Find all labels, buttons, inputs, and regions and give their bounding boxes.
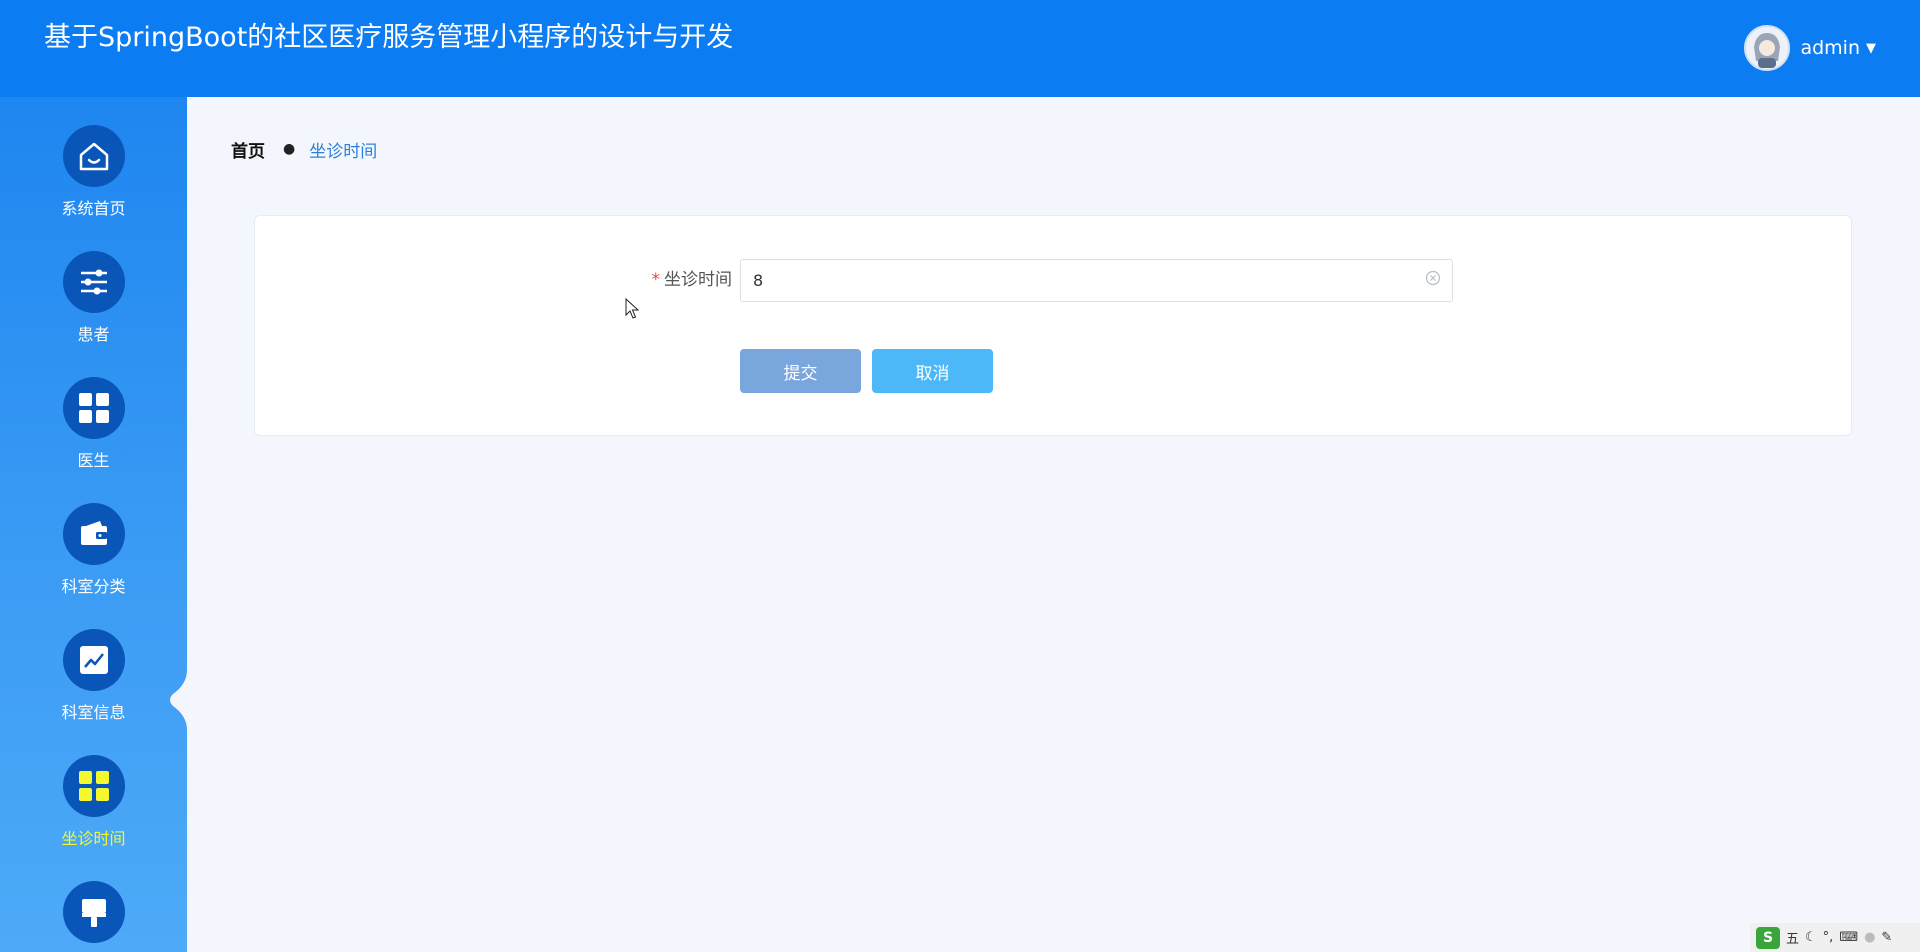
sidebar-item-label: 科室分类 xyxy=(61,577,126,596)
top-header: 基于SpringBoot的社区医疗服务管理小程序的设计与开发 admin ▼ xyxy=(0,0,1920,97)
consultation-time-input[interactable] xyxy=(740,259,1453,302)
field-label-text: 坐诊时间 xyxy=(664,270,732,290)
chart-icon xyxy=(62,629,125,691)
username[interactable]: admin xyxy=(1800,37,1860,59)
sidebar-item-label: 系统首页 xyxy=(61,199,126,218)
sliders-icon xyxy=(62,251,125,313)
form-card xyxy=(254,215,1852,436)
ime-logo-icon[interactable]: S xyxy=(1756,926,1780,949)
breadcrumb-home[interactable]: 首页 xyxy=(231,137,265,162)
breadcrumb-separator: ● xyxy=(283,141,296,157)
brush-icon xyxy=(62,881,125,943)
sidebar-item-consultation-time[interactable]: 坐诊时间 xyxy=(0,755,187,881)
sidebar-item-department-category[interactable]: 科室分类 xyxy=(0,503,187,629)
ime-mode[interactable]: 五 xyxy=(1786,928,1799,947)
ime-toolbar: S 五 ☾ °, ⌨ ● ✎ xyxy=(1750,923,1920,952)
submit-button[interactable]: 提交 xyxy=(740,349,861,393)
sidebar: 系统首页 患者 医生 科室分类 科室信息 坐诊时间 xyxy=(0,97,187,952)
sidebar-item-doctors[interactable]: 医生 xyxy=(0,377,187,503)
cancel-button[interactable]: 取消 xyxy=(872,349,993,393)
sidebar-item-patients[interactable]: 患者 xyxy=(0,251,187,377)
wallet-icon xyxy=(62,503,125,565)
avatar[interactable] xyxy=(1744,25,1791,71)
breadcrumb: 首页 ● 坐诊时间 xyxy=(231,137,378,162)
sidebar-item-home[interactable]: 系统首页 xyxy=(0,125,187,251)
sidebar-item-label: 科室信息 xyxy=(61,703,126,722)
active-indicator xyxy=(170,670,195,730)
consultation-time-label: * 坐诊时间 xyxy=(647,268,733,292)
moon-icon[interactable]: ☾ xyxy=(1805,930,1817,945)
sidebar-item-department-info[interactable]: 科室信息 xyxy=(0,629,187,755)
avatar-image xyxy=(1746,27,1789,69)
required-mark: * xyxy=(651,270,661,290)
wrench-icon[interactable]: ✎ xyxy=(1881,930,1892,945)
grid-icon xyxy=(62,755,125,817)
sidebar-item-label: 医生 xyxy=(77,451,110,470)
chevron-down-icon[interactable]: ▼ xyxy=(1866,41,1876,56)
punctuation-icon[interactable]: °, xyxy=(1823,930,1834,945)
clear-icon[interactable] xyxy=(1425,270,1441,286)
grid-icon xyxy=(62,377,125,439)
keyboard-icon[interactable]: ⌨ xyxy=(1839,930,1858,945)
user-icon[interactable]: ● xyxy=(1864,930,1875,945)
user-menu[interactable]: admin ▼ xyxy=(1744,25,1876,71)
home-icon xyxy=(62,125,125,187)
app-title: 基于SpringBoot的社区医疗服务管理小程序的设计与开发 xyxy=(44,22,734,53)
sidebar-item-label: 患者 xyxy=(77,325,110,344)
mouse-cursor-icon xyxy=(625,298,639,319)
breadcrumb-current: 坐诊时间 xyxy=(309,141,378,162)
sidebar-item-label: 坐诊时间 xyxy=(61,829,126,848)
sidebar-item-more[interactable] xyxy=(0,881,187,952)
